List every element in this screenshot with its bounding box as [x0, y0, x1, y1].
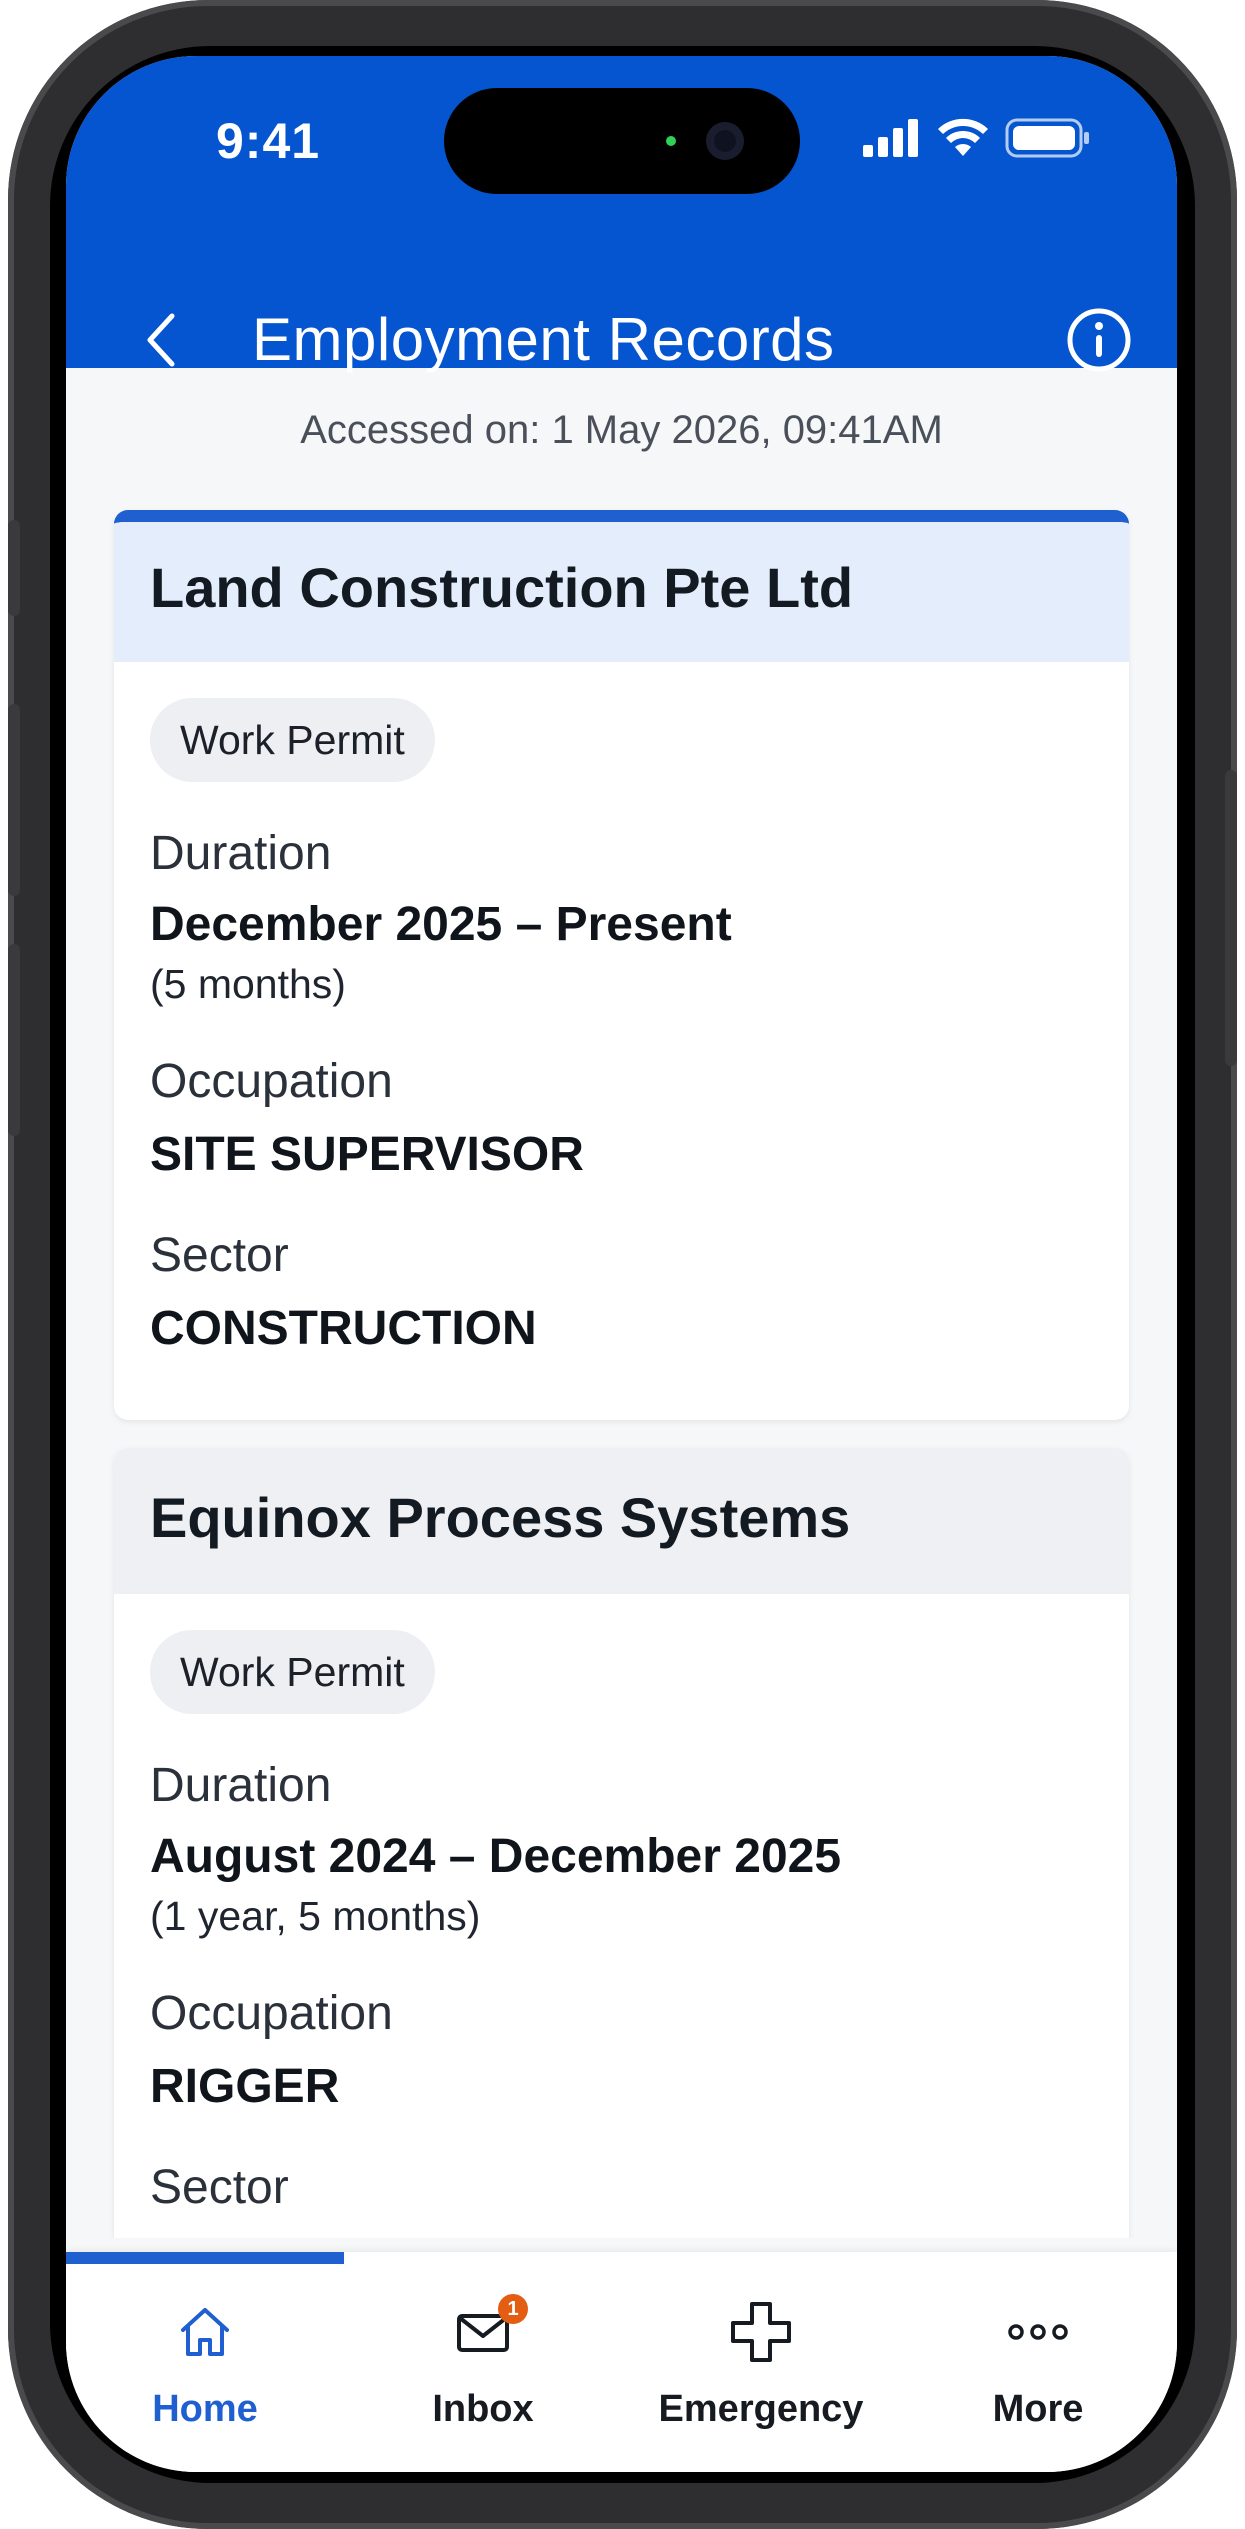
power-button	[1225, 770, 1237, 1066]
tab-label: More	[992, 2388, 1084, 2430]
chevron-left-icon	[147, 313, 175, 367]
sector-label: Sector	[150, 2161, 289, 2214]
volume-down-button	[8, 944, 20, 1136]
info-button[interactable]	[1061, 302, 1137, 378]
page-title: Employment Records	[252, 306, 835, 373]
dynamic-island	[444, 88, 800, 194]
back-button[interactable]	[126, 304, 198, 376]
occupation-value: RIGGER	[150, 2060, 340, 2113]
employment-record-card: Equinox Process Systems Work Permit Dura…	[114, 1448, 1129, 2238]
employer-name: Equinox Process Systems	[114, 1448, 1129, 1594]
occupation-label: Occupation	[150, 1987, 393, 2040]
more-icon	[1008, 2324, 1068, 2340]
tab-home[interactable]: Home	[66, 2292, 344, 2442]
duration-length: (5 months)	[150, 961, 346, 1007]
accessed-timestamp: Accessed on: 1 May 2026, 09:41AM	[300, 408, 943, 452]
active-tab-indicator	[66, 2252, 344, 2264]
screen: 9:41 Employment Records Accessed on: 1 M…	[66, 56, 1177, 2472]
tab-label: Emergency	[658, 2388, 864, 2430]
status-icons	[863, 118, 1091, 163]
duration-length: (1 year, 5 months)	[150, 1893, 481, 1939]
duration-label: Duration	[150, 827, 332, 880]
duration-value: December 2025 – Present	[150, 898, 732, 951]
duration-value: August 2024 – December 2025	[150, 1830, 842, 1883]
tab-label: Inbox	[432, 2388, 534, 2430]
status-time: 9:41	[216, 113, 321, 169]
volume-up-button	[8, 704, 20, 896]
sector-label: Sector	[150, 1229, 289, 1282]
tab-more[interactable]: More	[899, 2292, 1177, 2442]
tab-inbox[interactable]: 1 Inbox	[344, 2292, 622, 2442]
pass-type-badge: Work Permit	[150, 698, 435, 782]
duration-label: Duration	[150, 1759, 332, 1812]
front-camera	[706, 122, 744, 160]
tab-label: Home	[152, 2388, 258, 2430]
tab-emergency[interactable]: Emergency	[622, 2292, 900, 2442]
signal-icon	[863, 119, 921, 162]
camera-indicator	[666, 136, 676, 146]
battery-icon	[1005, 118, 1091, 163]
action-button	[8, 520, 20, 616]
wifi-icon	[937, 118, 989, 163]
app-header: 9:41 Employment Records	[66, 56, 1177, 373]
records-list[interactable]: Accessed on: 1 May 2026, 09:41AM Land Co…	[66, 368, 1177, 2238]
employment-record-card: Land Construction Pte Ltd Work Permit Du…	[114, 510, 1129, 1420]
occupation-label: Occupation	[150, 1055, 393, 1108]
info-icon	[1067, 308, 1131, 372]
cross-icon	[731, 2302, 791, 2362]
unread-badge: 1	[498, 2294, 528, 2324]
occupation-value: SITE SUPERVISOR	[150, 1128, 584, 1181]
employer-name: Land Construction Pte Ltd	[114, 522, 1129, 662]
pass-type-badge: Work Permit	[150, 1630, 435, 1714]
home-icon	[181, 2308, 229, 2356]
tab-bar: Home 1 Inbox Emergency More	[66, 2252, 1177, 2472]
sector-value: CONSTRUCTION	[150, 1302, 537, 1355]
